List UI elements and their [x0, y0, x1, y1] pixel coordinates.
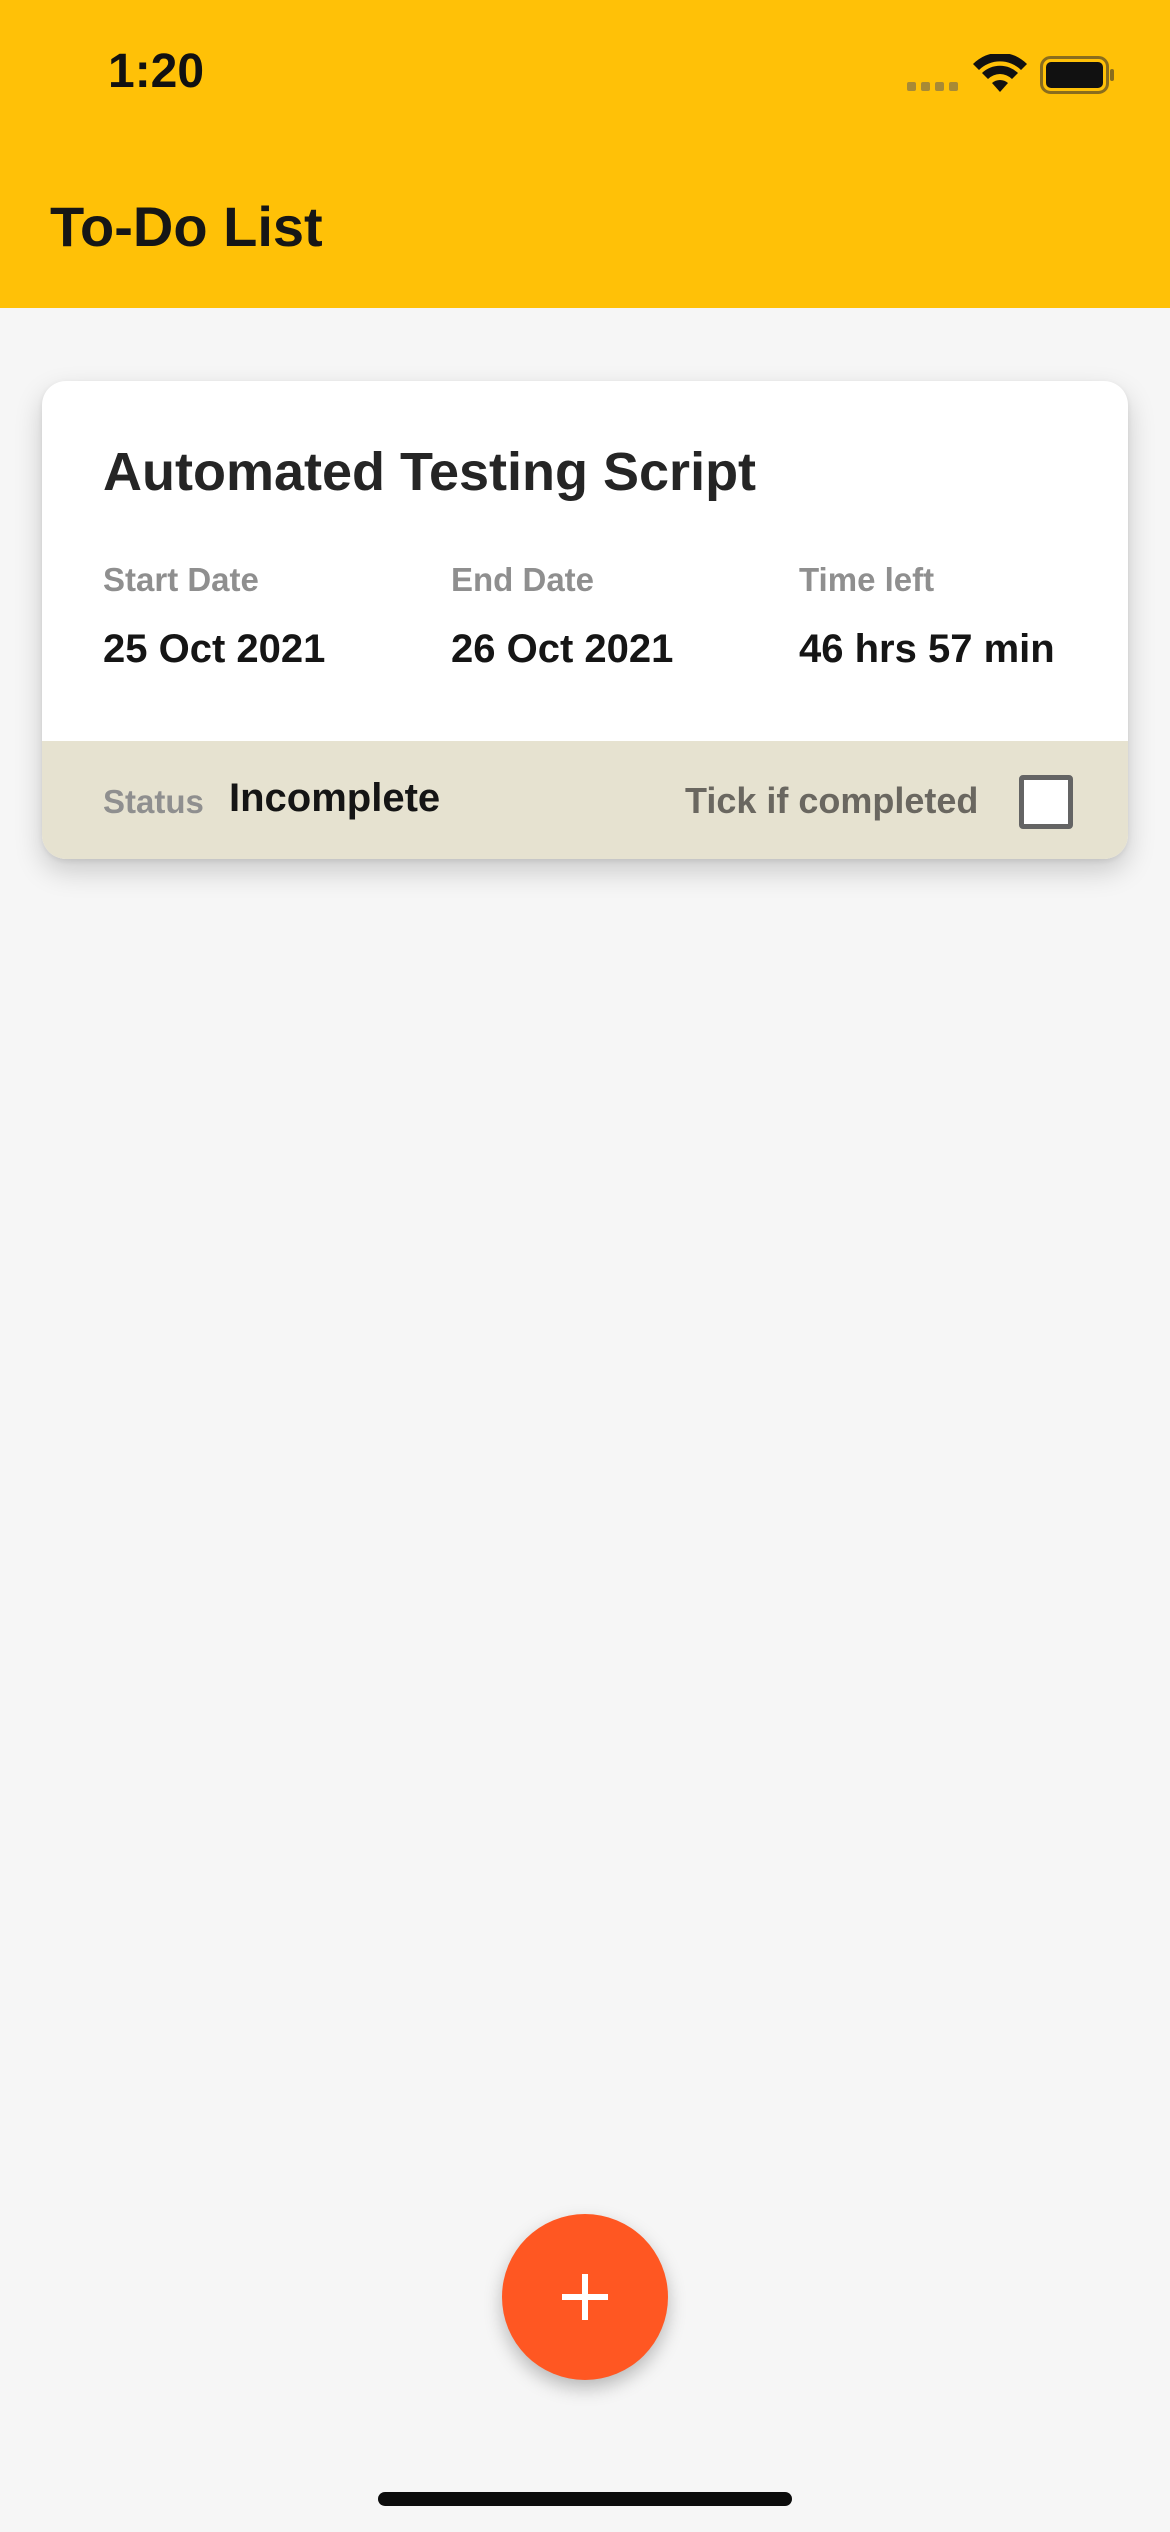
start-date-column: Start Date 25 Oct 2021 — [103, 561, 325, 672]
end-date-value: 26 Oct 2021 — [451, 627, 674, 671]
wifi-icon — [973, 54, 1027, 92]
home-indicator[interactable] — [378, 2492, 792, 2506]
app-bar: 1:20 To-Do List — [0, 0, 1170, 308]
status-label: Status — [103, 783, 204, 820]
end-date-column: End Date 26 Oct 2021 — [451, 561, 673, 672]
status-bar-time: 1:20 — [108, 45, 205, 98]
cellular-signal-icon — [907, 82, 958, 91]
battery-icon — [1040, 56, 1114, 94]
start-date-value: 25 Oct 2021 — [103, 627, 326, 671]
status-value: Incomplete — [229, 776, 441, 820]
start-date-label: Start Date — [103, 561, 259, 598]
time-left-value: 46 hrs 57 min — [799, 627, 1055, 671]
add-task-button[interactable] — [502, 2214, 668, 2380]
task-title: Automated Testing Script — [103, 442, 757, 502]
time-left-label: Time left — [799, 561, 935, 598]
time-left-column: Time left 46 hrs 57 min — [799, 561, 1055, 672]
task-card-footer: Status Incomplete Tick if completed — [42, 741, 1128, 859]
page-title: To-Do List — [50, 195, 323, 258]
plus-icon — [562, 2274, 608, 2320]
tick-if-completed-label: Tick if completed — [685, 780, 979, 821]
task-card[interactable]: Automated Testing Script Start Date 25 O… — [42, 381, 1128, 859]
end-date-label: End Date — [451, 561, 595, 598]
completed-checkbox[interactable] — [1019, 775, 1073, 829]
